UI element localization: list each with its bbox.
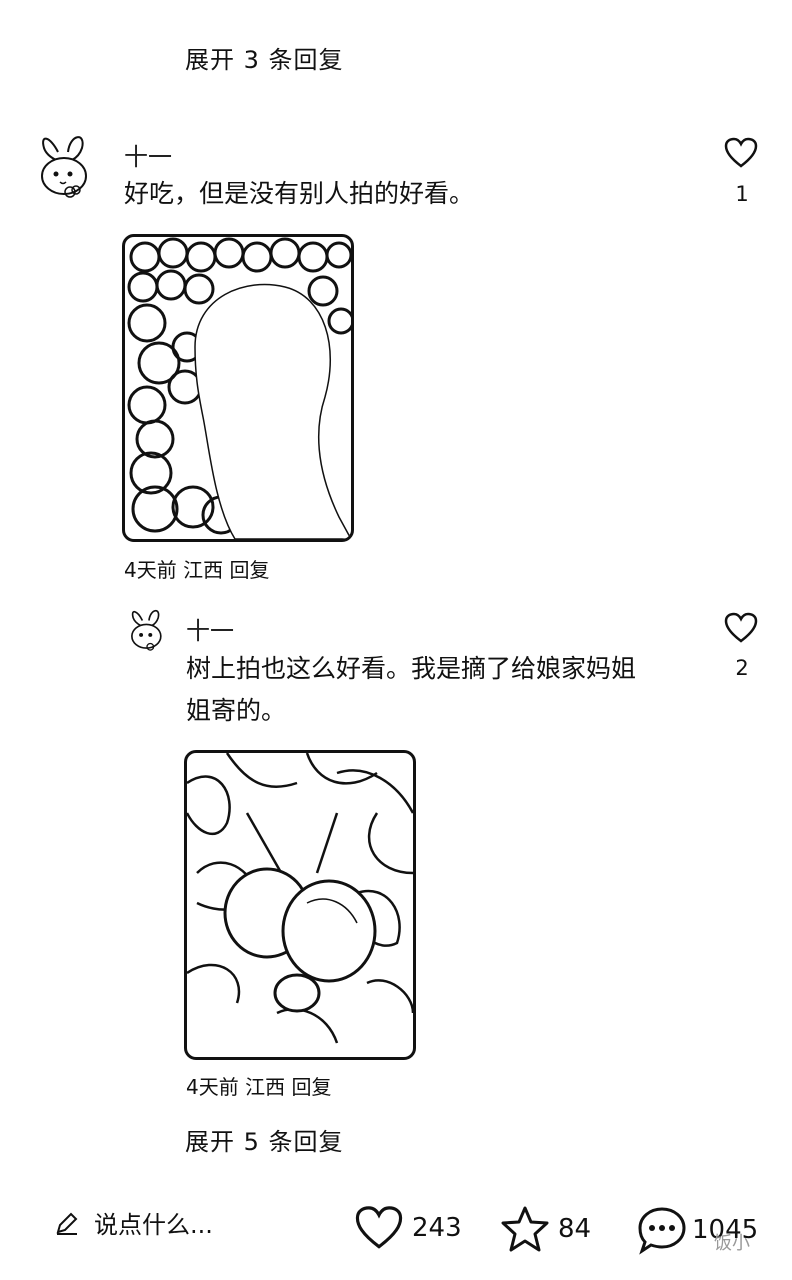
avatar[interactable]	[124, 606, 170, 656]
comment-placeholder: 说点什么...	[94, 1211, 213, 1239]
heart-icon	[724, 612, 758, 643]
like-post-button[interactable]: 243	[354, 1205, 462, 1251]
comment-input[interactable]: 说点什么...	[54, 1205, 213, 1240]
oranges-on-tree-photo	[187, 753, 413, 1044]
pencil-icon	[56, 1212, 78, 1235]
comment-text: 好吃，但是没有别人拍的好看。	[124, 179, 475, 208]
star-icon	[501, 1206, 549, 1252]
expand-replies-button[interactable]: 展开 5 条回复	[185, 1122, 344, 1157]
reply-text-line-1: 树上拍也这么好看。我是摘了给娘家妈姐	[186, 654, 637, 683]
expand-replies-button[interactable]: 展开 3 条回复	[185, 40, 344, 75]
bunny-avatar-icon	[131, 609, 162, 651]
like-button[interactable]	[724, 137, 758, 173]
comment-username[interactable]: 十一	[124, 137, 172, 172]
like-count: 243	[412, 1213, 462, 1243]
reply-text-line-2: 姐寄的。	[186, 696, 287, 725]
comment-photo[interactable]	[122, 234, 354, 542]
like-button[interactable]	[724, 612, 758, 648]
favorite-count: 84	[558, 1214, 592, 1244]
watermark: 饭小	[714, 1233, 750, 1254]
bunny-avatar-icon	[41, 136, 87, 198]
reply-meta[interactable]: 4天前 江西 回复	[186, 1071, 331, 1100]
oranges-basket-photo	[127, 237, 351, 539]
reply-photo[interactable]	[184, 750, 416, 1060]
heart-icon	[724, 137, 758, 168]
bottom-action-bar: 说点什么... 243 84 1045 饭小	[0, 1195, 792, 1270]
like-count: 1	[735, 182, 749, 206]
reply-username[interactable]: 十一	[186, 611, 234, 646]
comment-meta[interactable]: 4天前 江西 回复	[124, 554, 269, 583]
avatar[interactable]	[30, 132, 100, 204]
heart-icon	[355, 1206, 403, 1249]
favorite-button[interactable]: 84	[500, 1205, 591, 1253]
like-count: 2	[735, 656, 749, 680]
chat-bubble-icon	[638, 1207, 686, 1255]
